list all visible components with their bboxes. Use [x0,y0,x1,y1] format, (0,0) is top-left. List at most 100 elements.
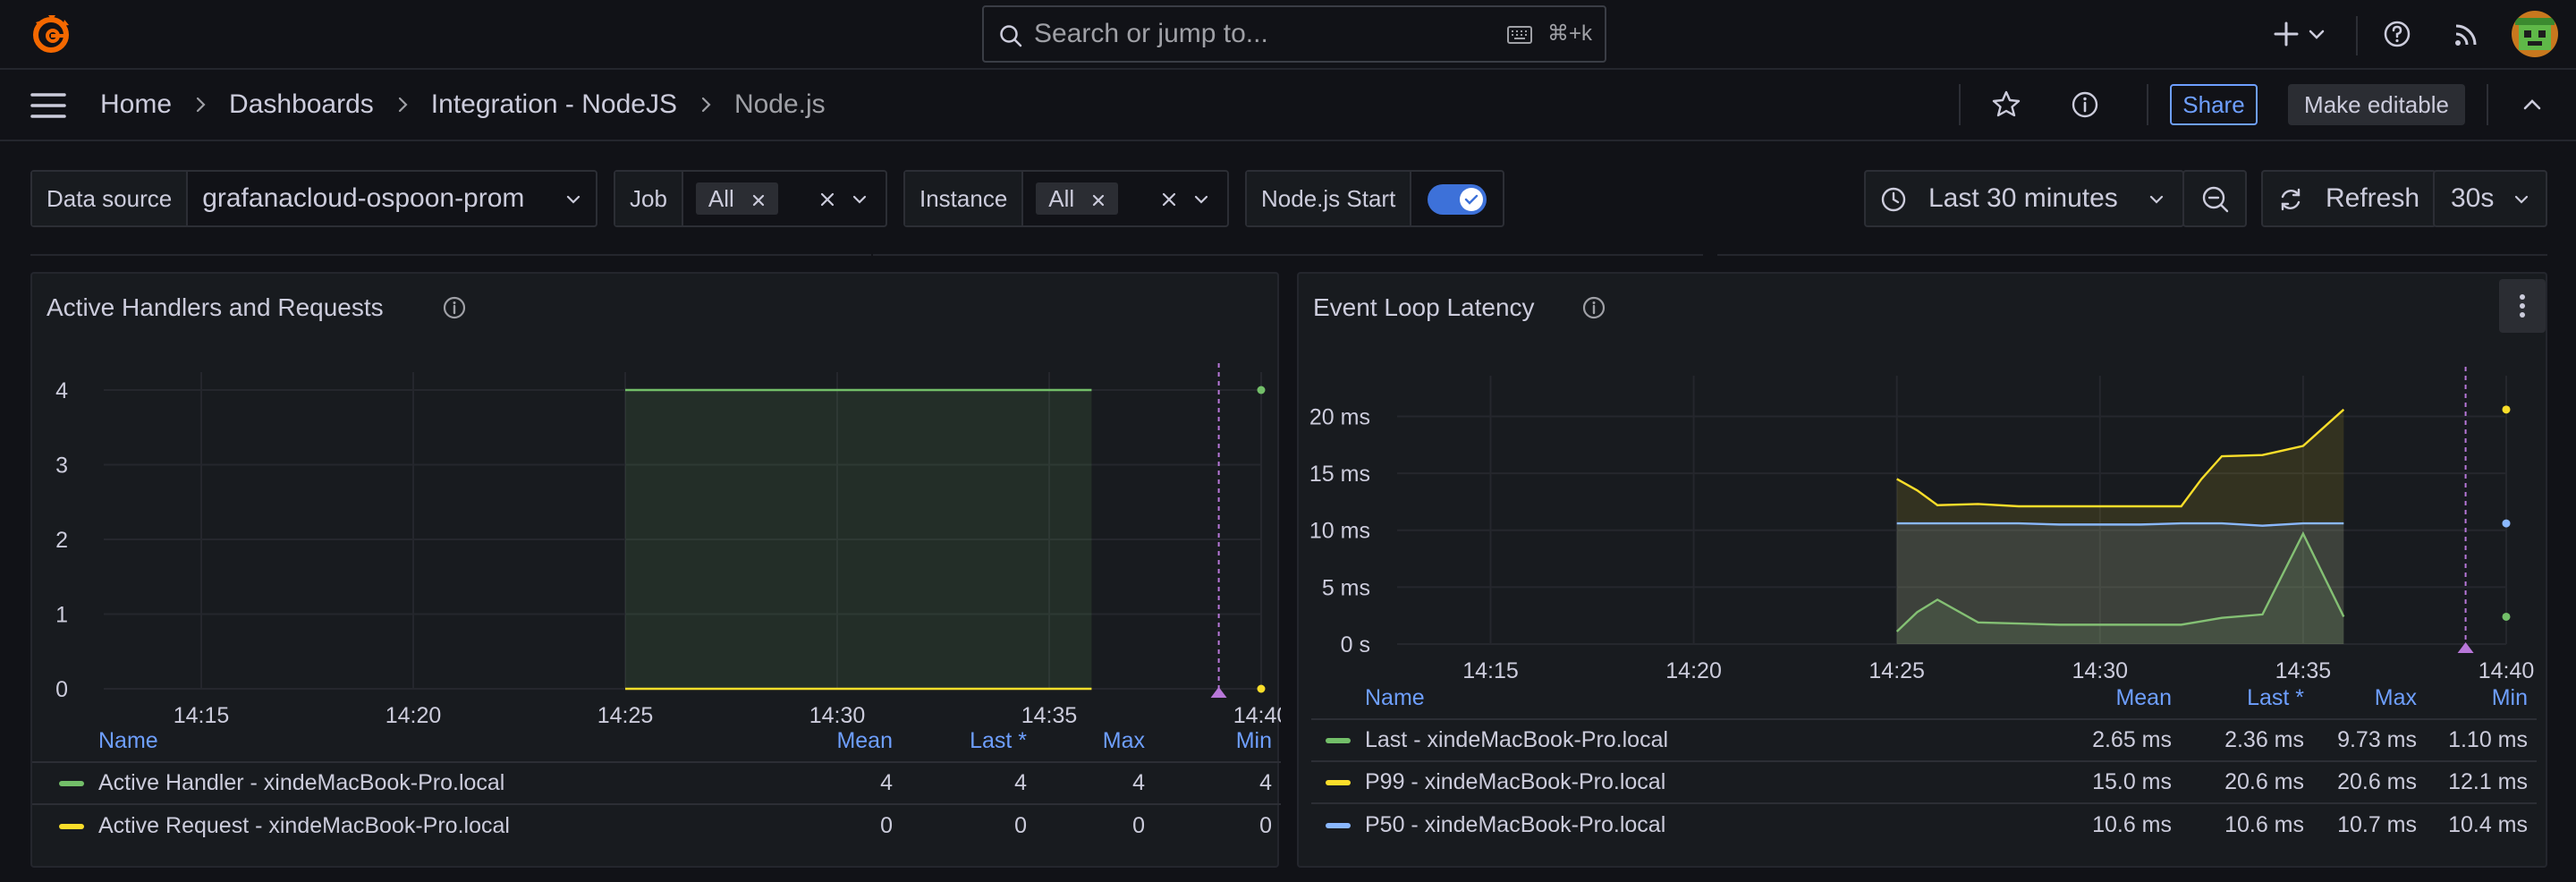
series-swatch [1326,822,1351,828]
job-variable: Job All [614,170,887,227]
chevron-right-icon [196,97,206,113]
chevron-down-icon [2149,195,2164,204]
y-tick-label: 2 [55,528,68,553]
search-box[interactable]: Search or jump to... ⌘+k [982,5,1606,63]
clear-icon[interactable] [818,190,837,209]
series-name: P99 - xindeMacBook-Pro.local [1365,769,1666,794]
datasource-value: grafanacloud-ospoon-prom [202,183,525,213]
legend-row[interactable]: Active Request - xindeMacBook-Pro.local … [32,803,1281,846]
navbar-divider [1959,84,1961,125]
series-last-point [2502,405,2511,414]
legend-header-last[interactable]: Last * [2181,678,2313,719]
chevron-down-icon[interactable] [2306,16,2327,52]
y-tick-label: 3 [55,454,68,479]
timeseries-chart[interactable]: 0123414:1514:2014:2514:3014:3514:40 [32,274,1281,739]
legend-min: 10.4 ms [2426,802,2537,845]
y-tick-label: 5 ms [1322,575,1370,600]
refresh-interval-picker[interactable]: 30s [2433,170,2547,227]
chevron-down-icon [1194,195,1208,204]
legend-last: 20.6 ms [2181,760,2313,803]
zoom-out-button[interactable] [2182,170,2247,227]
legend-max: 4 [1036,761,1154,804]
legend-header-min[interactable]: Min [1154,721,1281,762]
legend-row[interactable]: Active Handler - xindeMacBook-Pro.local … [32,761,1281,804]
nodejs-start-toggle[interactable] [1428,184,1487,215]
series-swatch [59,781,84,787]
clear-icon[interactable] [1159,190,1179,209]
datasource-select[interactable]: grafanacloud-ospoon-prom [188,172,596,225]
series-name: Active Handler - xindeMacBook-Pro.local [98,770,505,795]
menu-icon[interactable] [30,91,66,120]
legend-table: Name Mean Last * Max Min Last - xindeMac… [1311,678,2537,845]
series-last-point [1257,386,1266,394]
legend-header-min[interactable]: Min [2426,678,2537,719]
search-icon [1000,25,1022,47]
instance-chip: All [1036,182,1119,215]
breadcrumb-home[interactable]: Home [100,89,172,120]
instance-select[interactable]: All [1023,172,1227,225]
remove-chip-icon[interactable] [751,193,766,208]
legend-header-mean[interactable]: Mean [2046,678,2181,719]
zoom-out-icon [2202,186,2229,213]
legend-last: 4 [902,761,1036,804]
y-tick-label: 0 s [1341,632,1370,657]
rss-icon[interactable] [2449,16,2485,52]
legend-min: 12.1 ms [2426,760,2537,803]
star-icon[interactable] [1989,88,2023,122]
legend-min: 4 [1154,761,1281,804]
legend-row[interactable]: Last - xindeMacBook-Pro.local 2.65 ms 2.… [1311,718,2537,761]
timeseries-chart[interactable]: 0 s5 ms10 ms15 ms20 ms14:15 14:20 14:25 14:… [1299,274,2549,703]
grafana-logo-icon[interactable] [29,12,73,56]
y-tick-label: 15 ms [1309,462,1370,487]
legend-max: 0 [1036,803,1154,846]
chevron-right-icon [701,97,711,113]
legend-header-mean[interactable]: Mean [785,721,902,762]
plus-icon[interactable] [2268,16,2304,52]
keyboard-icon [1507,26,1532,44]
y-tick-label: 10 ms [1309,519,1370,544]
legend-header-max[interactable]: Max [1036,721,1154,762]
top-bar: Search or jump to... ⌘+k [0,0,2576,70]
series-name: Active Request - xindeMacBook-Pro.local [98,812,510,838]
legend-header-max[interactable]: Max [2313,678,2426,719]
legend-mean: 10.6 ms [2046,802,2181,845]
legend-last: 10.6 ms [2181,802,2313,845]
legend-header-name[interactable]: Name [1311,678,2046,719]
time-range-label: Last 30 minutes [1928,183,2118,213]
user-avatar[interactable] [2512,11,2558,57]
legend-header-last[interactable]: Last * [902,721,1036,762]
legend-last: 0 [902,803,1036,846]
refresh-icon [2281,188,2301,211]
y-tick-label: 1 [55,603,68,628]
y-tick-label: 4 [55,378,68,403]
refresh-interval-value: 30s [2451,183,2495,213]
info-icon[interactable] [2068,88,2102,122]
datasource-label: Data source [32,172,189,225]
make-editable-button[interactable]: Make editable [2288,84,2465,125]
legend-row[interactable]: P99 - xindeMacBook-Pro.local 15.0 ms 20.… [1311,760,2537,803]
help-icon[interactable] [2379,16,2415,52]
topbar-divider [2356,16,2358,55]
breadcrumb-folder[interactable]: Integration - NodeJS [431,89,677,120]
remove-chip-icon[interactable] [1091,193,1106,208]
refresh-button[interactable]: Refresh [2261,170,2436,227]
time-range-picker[interactable]: Last 30 minutes [1864,170,2184,227]
panel-active-handlers[interactable]: Active Handlers and Requests 0 1 2 3 4 14:15 1… [30,272,1281,868]
instance-variable: Instance All [903,170,1229,227]
legend-row[interactable]: P50 - xindeMacBook-Pro.local 10.6 ms 10.… [1311,802,2537,845]
series-area [1896,523,2344,644]
chevron-up-icon[interactable] [2515,88,2549,122]
refresh-label: Refresh [2326,183,2420,213]
chevron-down-icon [566,195,580,204]
legend-min: 0 [1154,803,1281,846]
panel-event-loop-latency[interactable]: Event Loop Latency 0 s5 ms 10 ms 15 ms 20 m… [1297,272,2547,868]
legend-header-name[interactable]: Name [32,721,785,762]
datasource-variable: Data source grafanacloud-ospoon-prom [30,170,597,227]
navbar-divider [2147,84,2148,125]
chart-legend: Name Mean Last * Max Min Active Handler … [32,721,1281,846]
breadcrumb: Home Dashboards Integration - NodeJS Nod… [100,70,826,140]
share-button[interactable]: Share [2170,84,2258,125]
job-select[interactable]: All [683,172,886,225]
nodejs-start-label: Node.js Start [1247,172,1412,225]
breadcrumb-dashboards[interactable]: Dashboards [229,89,374,120]
